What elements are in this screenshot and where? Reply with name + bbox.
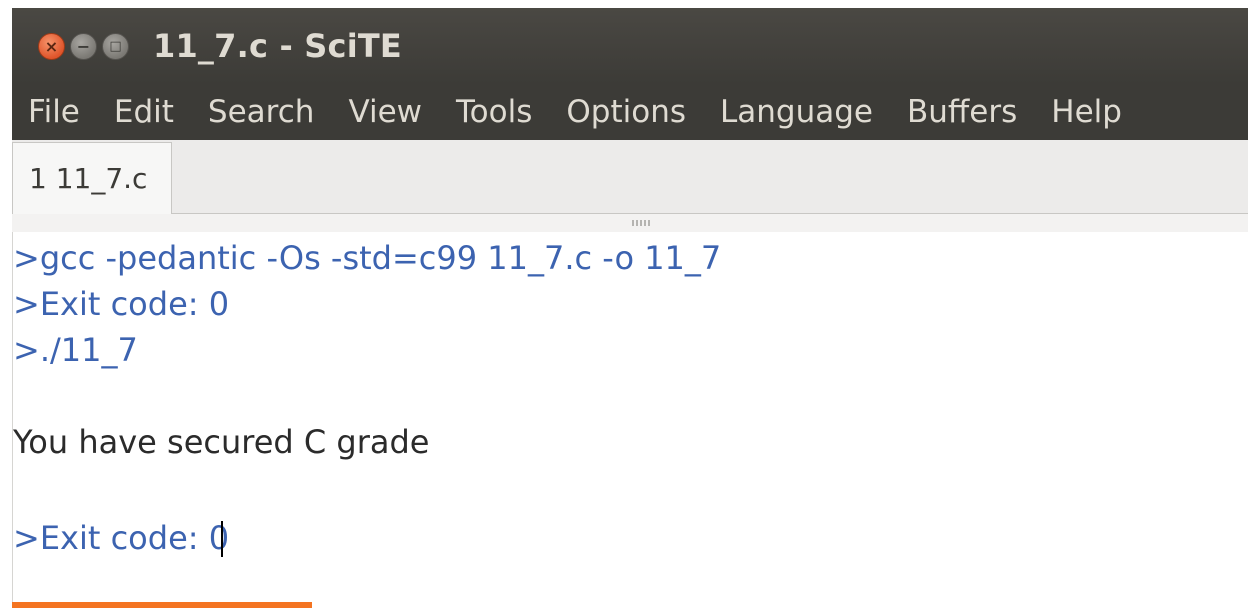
window-title: 11_7.c - SciTE xyxy=(153,27,402,65)
menu-buffers[interactable]: Buffers xyxy=(890,94,1034,130)
text-caret xyxy=(221,521,224,557)
output-line-run: >./11_7 xyxy=(13,331,138,369)
close-icon[interactable]: × xyxy=(38,32,65,60)
menu-tools[interactable]: Tools xyxy=(439,94,549,130)
tab-11-7-c[interactable]: 1 11_7.c xyxy=(12,142,172,214)
final-exit-text: >Exit code: 0 xyxy=(13,519,230,557)
menu-bar: File Edit Search View Tools Options Lang… xyxy=(12,84,1248,140)
menu-edit[interactable]: Edit xyxy=(97,94,191,130)
menu-search[interactable]: Search xyxy=(191,94,332,130)
output-line-exit-code: >Exit code: 0 xyxy=(13,285,230,323)
pane-splitter[interactable] xyxy=(12,214,1248,232)
accent-bar xyxy=(12,602,312,608)
output-line-program-output: You have secured C grade xyxy=(13,423,430,461)
output-line-compile: >gcc -pedantic -Os -std=c99 11_7.c -o 11… xyxy=(13,239,722,277)
output-line-final-exit: >Exit code: 0 xyxy=(13,518,229,558)
splitter-grip-icon[interactable] xyxy=(632,220,650,226)
title-bar[interactable]: × − □ 11_7.c - SciTE xyxy=(12,8,1248,84)
output-pane[interactable]: >gcc -pedantic -Os -std=c99 11_7.c -o 11… xyxy=(12,232,1248,608)
menu-file[interactable]: File xyxy=(12,94,97,130)
menu-view[interactable]: View xyxy=(331,94,439,130)
tab-bar: 1 11_7.c xyxy=(12,140,1248,214)
menu-help[interactable]: Help xyxy=(1034,94,1139,130)
maximize-icon[interactable]: □ xyxy=(102,32,129,60)
minimize-icon[interactable]: − xyxy=(70,32,97,60)
menu-options[interactable]: Options xyxy=(549,94,703,130)
scite-window: × − □ 11_7.c - SciTE File Edit Search Vi… xyxy=(0,0,1248,608)
menu-language[interactable]: Language xyxy=(703,94,890,130)
